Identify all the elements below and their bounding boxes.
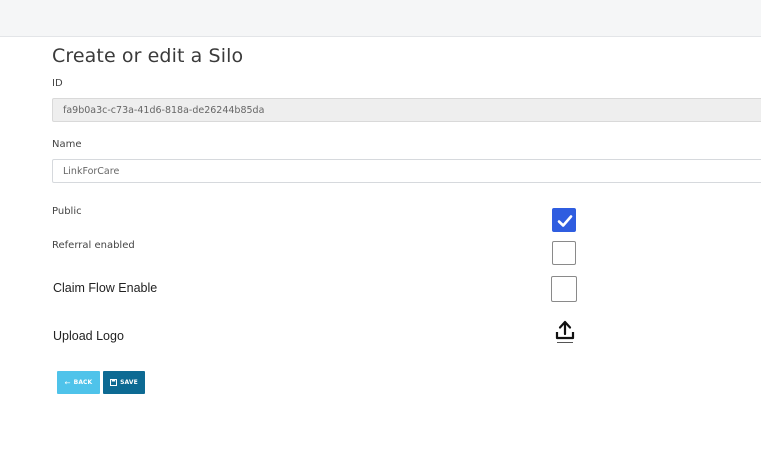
referral-checkbox[interactable] [552, 241, 576, 265]
page-title: Create or edit a Silo [52, 45, 244, 67]
floppy-disk-icon [110, 379, 118, 386]
claim-flow-label: Claim Flow Enable [53, 281, 158, 295]
name-field[interactable] [52, 159, 761, 183]
save-button-label: SAVE [120, 379, 138, 386]
claim-flow-checkbox[interactable] [551, 276, 577, 302]
upload-logo-label: Upload Logo [53, 329, 124, 343]
upload-icon[interactable] [555, 320, 575, 344]
name-label: Name [52, 139, 82, 150]
id-label: ID [52, 78, 63, 89]
id-field[interactable] [52, 98, 761, 122]
save-button[interactable]: SAVE [103, 371, 145, 394]
checkmark-icon [557, 215, 573, 227]
public-label: Public [52, 206, 82, 217]
top-bar [0, 0, 761, 37]
back-button-label: BACK [73, 379, 93, 386]
public-checkbox[interactable] [552, 208, 576, 232]
back-button[interactable]: ← BACK [57, 371, 100, 394]
arrow-left-icon: ← [64, 378, 71, 387]
referral-label: Referral enabled [52, 240, 135, 251]
